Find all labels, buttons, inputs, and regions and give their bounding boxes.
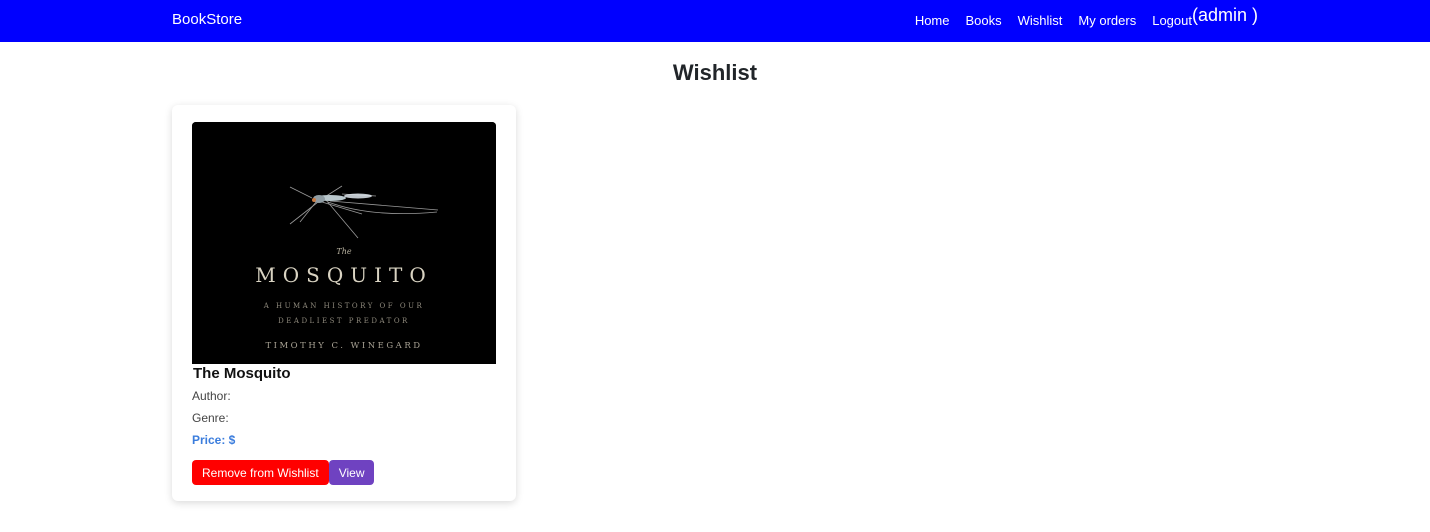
book-price: Price: $: [192, 433, 236, 447]
remove-from-wishlist-button[interactable]: Remove from Wishlist: [192, 460, 329, 485]
top-navbar: BookStore Home Books Wishlist My orders …: [0, 0, 1430, 42]
book-title: The Mosquito: [193, 365, 291, 382]
nav-home[interactable]: Home: [915, 13, 950, 28]
brand-link[interactable]: BookStore: [172, 11, 242, 28]
cover-subtitle-1: A HUMAN HISTORY OF OUR: [263, 302, 425, 310]
nav-wishlist[interactable]: Wishlist: [1018, 13, 1063, 28]
book-cover-svg: The MOSQUITO A HUMAN HISTORY OF OUR DEAD…: [192, 122, 496, 364]
wishlist-card: The MOSQUITO A HUMAN HISTORY OF OUR DEAD…: [172, 105, 516, 501]
nav-links: Home Books Wishlist My orders Logout (ad…: [915, 0, 1258, 42]
page-title: Wishlist: [672, 60, 758, 85]
cover-subtitle-2: DEADLIEST PREDATOR: [278, 317, 410, 325]
card-actions: Remove from Wishlist View: [192, 460, 375, 485]
cover-author: TIMOTHY C. WINEGARD: [265, 341, 422, 351]
book-author: Author:: [192, 389, 231, 403]
nav-my-orders[interactable]: My orders: [1078, 13, 1136, 28]
view-button[interactable]: View: [328, 460, 375, 485]
cover-big-title: MOSQUITO: [255, 263, 432, 287]
book-cover-image: The MOSQUITO A HUMAN HISTORY OF OUR DEAD…: [192, 122, 496, 364]
cover-small-title: The: [336, 247, 351, 256]
username-label: (admin ): [1191, 5, 1258, 25]
book-genre: Genre:: [192, 411, 229, 425]
nav-books[interactable]: Books: [966, 13, 1002, 28]
nav-logout[interactable]: Logout: [1152, 13, 1192, 28]
